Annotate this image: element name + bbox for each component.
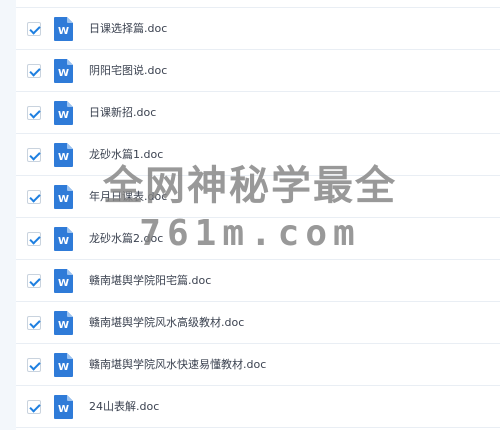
file-row[interactable]: W 赣南堪舆学院风水高级教材.doc [16,302,500,344]
word-doc-icon: W [54,395,73,419]
svg-text:W: W [58,278,69,289]
word-doc-icon: W [54,353,73,377]
word-doc-icon: W [54,59,73,83]
file-row[interactable]: W 龙砂水篇2.doc [16,218,500,260]
file-checkbox[interactable] [27,22,41,36]
file-row[interactable]: W 阴阳宅图说.doc [16,50,500,92]
file-checkbox[interactable] [27,106,41,120]
file-row[interactable]: W 赣南堪舆学院风水快速易懂教材.doc [16,344,500,386]
svg-text:W: W [58,26,69,37]
file-name[interactable]: 年月日课表.doc [89,188,167,206]
file-name[interactable]: 日课新招.doc [89,104,156,122]
file-checkbox[interactable] [27,148,41,162]
word-doc-icon: W [54,143,73,167]
svg-text:W: W [58,320,69,331]
file-checkbox[interactable] [27,274,41,288]
file-row[interactable]: W 日课新招.doc [16,92,500,134]
file-name[interactable]: 阴阳宅图说.doc [89,62,167,80]
file-name[interactable]: 龙砂水篇1.doc [89,146,163,164]
svg-text:W: W [58,68,69,79]
word-doc-icon: W [54,185,73,209]
file-row[interactable]: W 日课选择篇.doc [16,8,500,50]
svg-text:W: W [58,236,69,247]
file-checkbox[interactable] [27,232,41,246]
file-name[interactable]: 赣南堪舆学院阳宅篇.doc [89,272,211,290]
svg-text:W: W [58,404,69,415]
file-name[interactable]: 24山表解.doc [89,398,159,416]
file-name[interactable]: 赣南堪舆学院风水快速易懂教材.doc [89,356,266,374]
svg-text:W: W [58,194,69,205]
word-doc-icon: W [54,17,73,41]
file-checkbox[interactable] [27,190,41,204]
file-checkbox[interactable] [27,358,41,372]
file-name[interactable]: 赣南堪舆学院风水高级教材.doc [89,314,244,332]
file-row[interactable]: W 龙砂水篇1.doc [16,134,500,176]
file-name[interactable]: 日课选择篇.doc [89,20,167,38]
word-doc-icon: W [54,227,73,251]
file-checkbox[interactable] [27,400,41,414]
file-name[interactable]: 龙砂水篇2.doc [89,230,163,248]
file-list: W 日课选择篇.doc W 阴阳宅图说.doc W 日课新招.doc W 龙砂水篇1.doc W… [16,0,500,430]
file-row[interactable]: W 年月日课表.doc [16,176,500,218]
file-row[interactable]: W 赣南堪舆学院阳宅篇.doc [16,260,500,302]
word-doc-icon: W [54,269,73,293]
list-top-border [16,0,500,8]
svg-text:W: W [58,152,69,163]
file-checkbox[interactable] [27,316,41,330]
svg-text:W: W [58,110,69,121]
svg-text:W: W [58,362,69,373]
word-doc-icon: W [54,101,73,125]
file-row[interactable]: W 24山表解.doc [16,386,500,428]
file-checkbox[interactable] [27,64,41,78]
word-doc-icon: W [54,311,73,335]
